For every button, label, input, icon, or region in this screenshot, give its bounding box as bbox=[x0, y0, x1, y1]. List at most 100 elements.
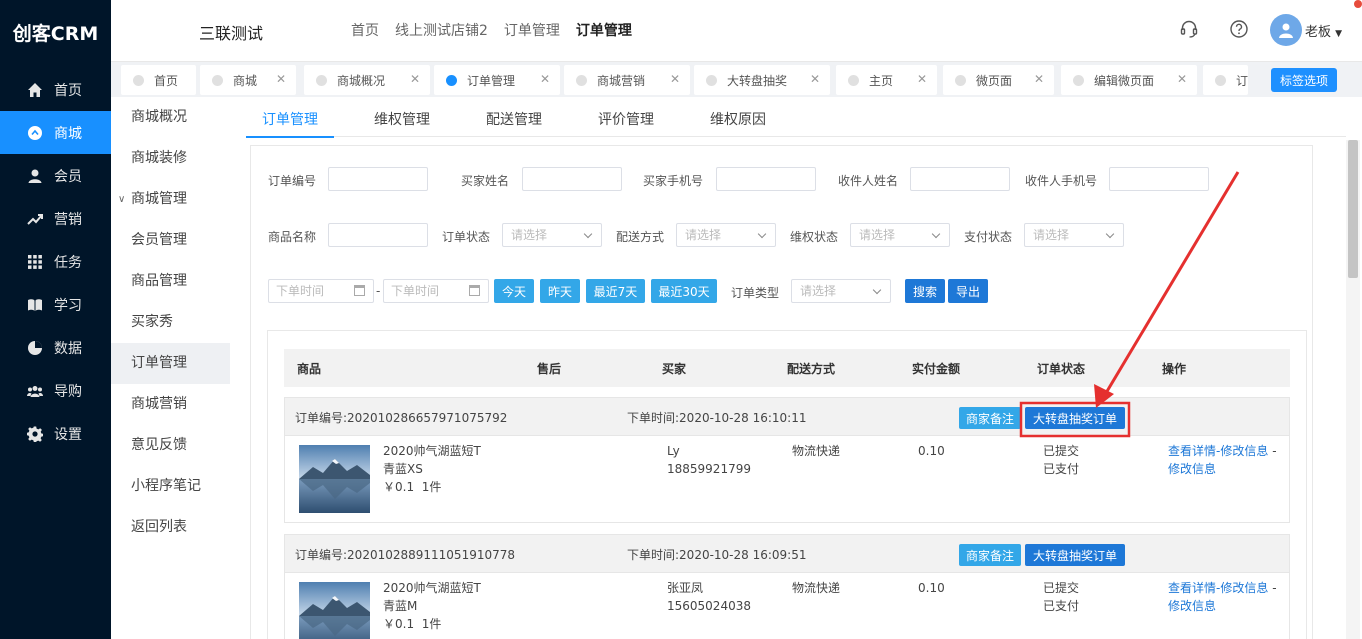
view-detail-link[interactable]: 查看详情 bbox=[1168, 581, 1216, 595]
close-icon[interactable]: ✕ bbox=[410, 72, 420, 86]
sidebar-item-settings[interactable]: 设置 bbox=[0, 412, 111, 455]
delivery-method: 物流快递 bbox=[792, 581, 841, 595]
buyer-name-input[interactable] bbox=[522, 167, 622, 191]
submenu-item[interactable]: 返回列表 bbox=[111, 507, 230, 548]
close-icon[interactable]: ✕ bbox=[540, 72, 550, 86]
goods-price-qty: ￥0.1 1件 bbox=[383, 478, 481, 496]
tab-micro-page[interactable]: 微页面 ✕ bbox=[943, 65, 1054, 95]
receiver-phone-input[interactable] bbox=[1109, 167, 1209, 191]
buyer-phone-input[interactable] bbox=[716, 167, 816, 191]
goods-name-input[interactable] bbox=[328, 223, 428, 247]
filter-label: 收件人姓名 bbox=[838, 174, 899, 188]
goods-info: 2020帅气湖蓝短T 青蓝XS ￥0.1 1件 bbox=[383, 442, 481, 496]
page-scrollbar[interactable] bbox=[1346, 140, 1360, 639]
sidebar-item-label: 营销 bbox=[54, 211, 82, 228]
edit-info-link[interactable]: 修改信息 bbox=[1168, 462, 1216, 476]
close-icon[interactable]: ✕ bbox=[276, 72, 286, 86]
order-status-select[interactable]: 请选择 bbox=[502, 223, 602, 247]
close-icon[interactable]: ✕ bbox=[917, 72, 927, 86]
sidebar-item-guide[interactable]: 导购 bbox=[0, 369, 111, 412]
tab-lottery[interactable]: 大转盘抽奖 ✕ bbox=[694, 65, 830, 95]
submenu-item[interactable]: 商城概况 bbox=[111, 97, 230, 138]
subtab-rights-reason[interactable]: 维权原因 bbox=[694, 97, 782, 137]
subtab-rights[interactable]: 维权管理 bbox=[358, 97, 446, 137]
close-icon[interactable]: ✕ bbox=[670, 72, 680, 86]
edit-info-link[interactable]: -修改信息 bbox=[1216, 581, 1268, 595]
breadcrumb-order-manage[interactable]: 订单管理 bbox=[504, 20, 560, 40]
column-header: 买家 bbox=[662, 362, 687, 376]
submenu-item[interactable]: 意见反馈 bbox=[111, 425, 230, 466]
lottery-order-button[interactable]: 大转盘抽奖订单 bbox=[1025, 544, 1125, 566]
tab-truncated[interactable]: 订 bbox=[1203, 65, 1248, 95]
merchant-remark-button[interactable]: 商家备注 bbox=[959, 407, 1021, 429]
submenu-item[interactable]: 买家秀 bbox=[111, 302, 230, 343]
order-type-select[interactable]: 请选择 bbox=[791, 279, 891, 303]
scrollbar-thumb[interactable] bbox=[1348, 140, 1358, 278]
sidebar-item-data[interactable]: 数据 bbox=[0, 326, 111, 369]
merchant-remark-button[interactable]: 商家备注 bbox=[959, 544, 1021, 566]
receiver-name-input[interactable] bbox=[910, 167, 1010, 191]
sidebar-item-study[interactable]: 学习 bbox=[0, 283, 111, 326]
order-no-input[interactable] bbox=[328, 167, 428, 191]
submenu-item[interactable]: 小程序笔记 bbox=[111, 466, 230, 507]
lottery-order-button[interactable]: 大转盘抽奖订单 bbox=[1025, 407, 1125, 429]
submenu-item-group[interactable]: ∨ 商城管理 bbox=[111, 179, 230, 220]
tab-main-page[interactable]: 主页 ✕ bbox=[836, 65, 937, 95]
subtab-review[interactable]: 评价管理 bbox=[582, 97, 670, 137]
filter-label: 收件人手机号 bbox=[1025, 174, 1098, 188]
submenu-item[interactable]: 商城装修 bbox=[111, 138, 230, 179]
export-button[interactable]: 导出 bbox=[948, 279, 988, 303]
tab-mall-overview[interactable]: 商城概况 ✕ bbox=[304, 65, 430, 95]
last30-button[interactable]: 最近30天 bbox=[651, 279, 717, 303]
end-date-input[interactable]: 下单时间 bbox=[383, 279, 489, 303]
delivery-select[interactable]: 请选择 bbox=[676, 223, 776, 247]
sidebar-item-mall[interactable]: 商城 bbox=[0, 111, 111, 154]
pay-status-select[interactable]: 请选择 bbox=[1024, 223, 1124, 247]
sidebar-item-marketing[interactable]: 营销 bbox=[0, 197, 111, 240]
user-menu[interactable]: 老板 ▼ bbox=[1305, 21, 1342, 40]
main-sidebar: 创客CRM 首页 商城 会员 营销 任务 学习 数据 导购 设置 bbox=[0, 0, 111, 639]
tab-label: 编辑微页面 bbox=[1094, 73, 1155, 88]
filter-label: 订单类型 bbox=[731, 286, 780, 300]
submenu-item[interactable]: 会员管理 bbox=[111, 220, 230, 261]
close-icon[interactable]: ✕ bbox=[1177, 72, 1187, 86]
product-thumbnail bbox=[299, 445, 370, 513]
tab-order-manage[interactable]: 订单管理 ✕ bbox=[434, 65, 560, 95]
last7-button[interactable]: 最近7天 bbox=[586, 279, 645, 303]
submenu-item-active[interactable]: 订单管理 bbox=[111, 343, 230, 384]
goods-info: 2020帅气湖蓝短T 青蓝M ￥0.1 1件 bbox=[383, 579, 481, 633]
breadcrumb-shop[interactable]: 线上测试店铺2 bbox=[395, 20, 488, 40]
tab-dot-icon bbox=[133, 74, 144, 86]
page-tabs: 首页 商城 ✕ 商城概况 ✕ 订单管理 ✕ 商城营销 ✕ 大转盘抽奖 ✕ 主页 ✕ 微页面 ✕… bbox=[111, 62, 1362, 97]
breadcrumb-home[interactable]: 首页 bbox=[351, 20, 379, 40]
search-button[interactable]: 搜索 bbox=[905, 279, 945, 303]
sidebar-item-home[interactable]: 首页 bbox=[0, 68, 111, 111]
view-detail-link[interactable]: 查看详情 bbox=[1168, 444, 1216, 458]
yesterday-button[interactable]: 昨天 bbox=[540, 279, 580, 303]
tag-options-button[interactable]: 标签选项 bbox=[1271, 68, 1337, 92]
start-date-input[interactable]: 下单时间 bbox=[268, 279, 374, 303]
subtab-delivery[interactable]: 配送管理 bbox=[470, 97, 558, 137]
tab-home[interactable]: 首页 bbox=[121, 65, 196, 95]
close-icon[interactable]: ✕ bbox=[810, 72, 820, 86]
headset-icon[interactable] bbox=[1178, 18, 1200, 40]
order-actions: 查看详情-修改信息 - 修改信息 bbox=[1168, 442, 1277, 478]
close-icon[interactable]: ✕ bbox=[1034, 72, 1044, 86]
help-icon[interactable] bbox=[1228, 18, 1250, 40]
sidebar-item-member[interactable]: 会员 bbox=[0, 154, 111, 197]
tab-mall-marketing[interactable]: 商城营销 ✕ bbox=[564, 65, 690, 95]
tab-mall[interactable]: 商城 ✕ bbox=[200, 65, 296, 95]
edit-info-link[interactable]: 修改信息 bbox=[1168, 599, 1216, 613]
rights-status-select[interactable]: 请选择 bbox=[850, 223, 950, 247]
edit-info-link[interactable]: -修改信息 bbox=[1216, 444, 1268, 458]
submenu-item[interactable]: 商品管理 bbox=[111, 261, 230, 302]
subtab-order-manage[interactable]: 订单管理 bbox=[246, 97, 334, 138]
sidebar-item-task[interactable]: 任务 bbox=[0, 240, 111, 283]
filter-label: 订单编号 bbox=[268, 174, 317, 188]
order-number: 订单编号:202010286657971075792 bbox=[295, 411, 508, 425]
today-button[interactable]: 今天 bbox=[494, 279, 534, 303]
paid-amount: 0.10 bbox=[918, 444, 945, 458]
tab-edit-micro-page[interactable]: 编辑微页面 ✕ bbox=[1061, 65, 1197, 95]
submenu-item[interactable]: 商城营销 bbox=[111, 384, 230, 425]
avatar[interactable] bbox=[1270, 14, 1302, 46]
